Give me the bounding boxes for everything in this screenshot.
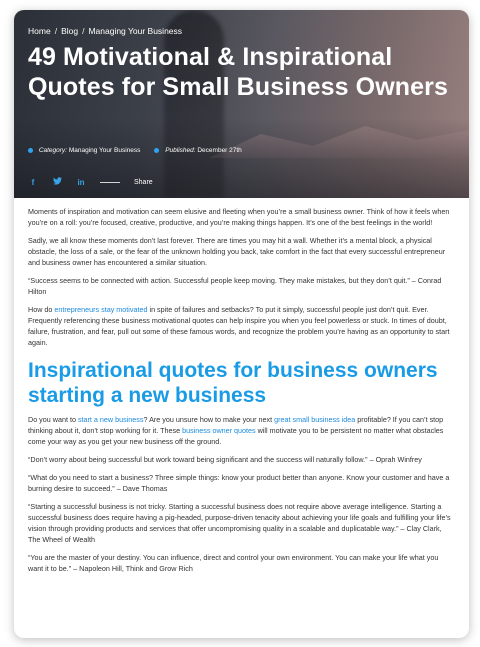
published-dot-icon (154, 147, 160, 153)
facebook-icon[interactable]: f (28, 178, 38, 187)
breadcrumb-blog-link[interactable]: Blog (61, 26, 78, 36)
text-run: How do (28, 305, 55, 314)
category-meta: Category: Managing Your Business (28, 147, 140, 154)
breadcrumb-separator: / (54, 26, 58, 36)
hero-image-silhouette (164, 10, 224, 198)
quote-conrad-hilton: “Success seems to be connected with acti… (28, 276, 442, 296)
published-date: December 27th (197, 147, 242, 154)
paragraph-4: How do entrepreneurs stay motivated in s… (28, 304, 455, 348)
hero-banner: Home / Blog / Managing Your Business 49 … (14, 10, 469, 198)
paragraph-5: Do you want to start a new business? Are… (28, 414, 455, 447)
entrepreneurs-motivated-link[interactable]: entrepreneurs stay motivated (54, 305, 147, 314)
business-idea-link[interactable]: great small business idea (274, 415, 355, 424)
category-dot-icon (28, 147, 33, 153)
quote-oprah: “Don’t worry about being successful but … (28, 455, 422, 464)
quote-dave-thomas: “What do you need to start a business? T… (28, 473, 450, 493)
article-meta: Category: Managing Your Business Publish… (28, 147, 242, 154)
article-card: Home / Blog / Managing Your Business 49 … (14, 10, 469, 638)
breadcrumb-separator: / (82, 26, 85, 36)
text-run: ? Are you unsure how to make your next (143, 415, 275, 424)
category-label: Category: (38, 147, 67, 154)
quote-clay-clark: “Starting a successful business is not t… (28, 502, 451, 544)
section-heading: Inspirational quotes for business owners… (28, 359, 438, 407)
breadcrumb: Home / Blog / Managing Your Business (28, 26, 182, 36)
published-label: Published: (165, 147, 196, 154)
share-label: Share (134, 178, 153, 186)
linkedin-icon[interactable]: in (76, 178, 86, 187)
breadcrumb-home-link[interactable]: Home (28, 26, 51, 36)
business-owner-quotes-link[interactable]: business owner quotes (182, 426, 256, 435)
start-new-business-link[interactable]: start a new business (78, 415, 144, 424)
quote-napoleon-hill: “You are the master of your destiny. You… (28, 553, 439, 573)
text-run: Do you want to (28, 415, 78, 424)
category-link[interactable]: Managing Your Business (69, 147, 141, 154)
published-meta: Published: December 27th (154, 147, 242, 154)
paragraph-2: Sadly, we all know these moments don’t l… (28, 236, 446, 267)
page-title: 49 Motivational & Inspirational Quotes f… (28, 43, 448, 101)
twitter-icon[interactable] (52, 177, 62, 187)
share-bar: f in Share (28, 177, 153, 187)
hero-image-mountains (209, 126, 469, 158)
article-body: Moments of inspiration and motivation ca… (14, 198, 469, 574)
share-divider (100, 181, 120, 183)
breadcrumb-section-link[interactable]: Managing Your Business (88, 26, 182, 36)
paragraph-intro: Moments of inspiration and motivation ca… (28, 207, 450, 227)
